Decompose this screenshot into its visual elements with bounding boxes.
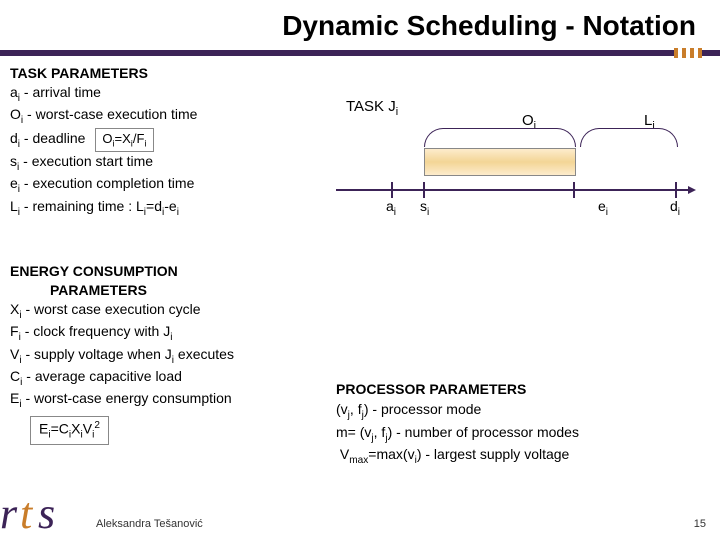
- task-label: TASK Ji: [346, 98, 398, 118]
- task-item: si - execution start time: [10, 152, 310, 174]
- processor-parameters: PROCESSOR PARAMETERS (vj, fj) - processo…: [336, 380, 696, 468]
- mark-di: di: [670, 198, 680, 218]
- svg-text:t: t: [20, 489, 34, 538]
- mark-ai: ai: [386, 198, 396, 218]
- mark-ei: ei: [598, 198, 608, 218]
- slide: Dynamic Scheduling - Notation TASK PARAM…: [0, 0, 720, 540]
- energy-item: Ci - average capacitive load: [10, 367, 320, 389]
- energy-item: Fi - clock frequency with Ji: [10, 322, 320, 344]
- title-rule: [0, 50, 720, 56]
- task-item: ai - arrival time: [10, 83, 310, 105]
- energy-item: Xi - worst case execution cycle: [10, 300, 320, 322]
- eq-oi: Oi=Xi/Fi: [95, 128, 153, 152]
- proc-line: (vj, fj) - processor mode: [336, 400, 696, 423]
- svg-text:r: r: [0, 489, 18, 538]
- mark-si: si: [420, 198, 429, 218]
- proc-line: m= (vj, fj) - number of processor modes: [336, 423, 696, 446]
- exec-bar: [424, 148, 576, 176]
- timing-diagram: TASK Ji Oi Li ai si ei di: [336, 98, 696, 238]
- task-item: Oi - worst-case execution time: [10, 105, 310, 127]
- task-item: ei - execution completion time: [10, 174, 310, 196]
- energy-header: ENERGY CONSUMPTION: [10, 262, 320, 281]
- energy-item: Ei - worst-case energy consumption: [10, 389, 320, 411]
- proc-line: Vmax=max(vi) - largest supply voltage: [336, 445, 696, 468]
- proc-header: PROCESSOR PARAMETERS: [336, 380, 696, 400]
- energy-header2: PARAMETERS: [10, 281, 320, 300]
- page-title: Dynamic Scheduling - Notation: [282, 10, 696, 42]
- svg-text:s: s: [38, 489, 55, 538]
- energy-item: Vi - supply voltage when Ji executes: [10, 345, 320, 367]
- page-number: 15: [694, 518, 706, 530]
- eq-energy: Ei=CiXiVi2: [30, 416, 109, 445]
- task-parameters: TASK PARAMETERS ai - arrival time Oi - w…: [10, 64, 310, 219]
- footer-author: Aleksandra Tešanović: [96, 518, 203, 530]
- task-item: di - deadline Oi=Xi/Fi: [10, 128, 310, 152]
- li-arc: [580, 128, 678, 147]
- task-item: Li - remaining time : Li=di-ei: [10, 197, 310, 219]
- oi-arc: [424, 128, 576, 147]
- energy-parameters: ENERGY CONSUMPTION PARAMETERS Xi - worst…: [10, 262, 320, 445]
- task-header: TASK PARAMETERS: [10, 64, 310, 83]
- logo: r t s: [0, 476, 90, 540]
